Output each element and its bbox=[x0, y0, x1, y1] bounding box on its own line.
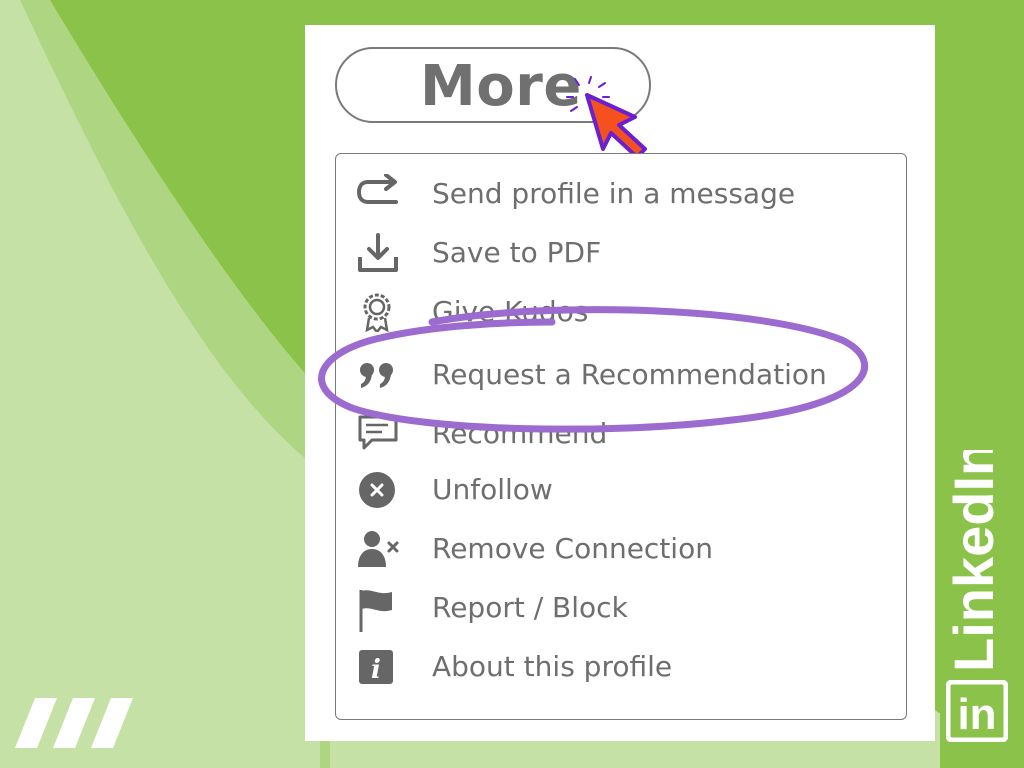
menu-item-label: Send profile in a message bbox=[432, 177, 796, 210]
info-icon: i bbox=[359, 650, 393, 685]
menu-item-label: Save to PDF bbox=[432, 236, 602, 269]
more-button-label: More bbox=[420, 54, 582, 119]
menu-item-about-profile[interactable]: i About this profile bbox=[336, 642, 906, 692]
menu-item-save-pdf[interactable]: Save to PDF bbox=[336, 228, 906, 278]
share-arrow-icon bbox=[356, 174, 398, 204]
close-circle-icon bbox=[359, 472, 395, 508]
linkedin-logo-icon: in bbox=[946, 680, 1008, 742]
flag-icon bbox=[359, 590, 392, 632]
menu-item-label: Unfollow bbox=[432, 473, 553, 506]
highlight-circle bbox=[318, 306, 869, 433]
download-icon bbox=[358, 233, 398, 272]
menu-item-remove-connection[interactable]: Remove Connection bbox=[336, 524, 906, 574]
svg-text:in: in bbox=[957, 690, 996, 739]
brand-slash-logo bbox=[15, 698, 133, 748]
menu-item-report-block[interactable]: Report / Block bbox=[336, 583, 906, 633]
menu-item-label: About this profile bbox=[432, 650, 673, 683]
menu-item-label: Report / Block bbox=[432, 591, 628, 624]
svg-text:i: i bbox=[371, 655, 381, 685]
menu-item-unfollow[interactable]: Unfollow bbox=[336, 465, 906, 515]
linkedin-wordmark: LinkedIn bbox=[945, 450, 1005, 672]
svg-text:LinkedIn: LinkedIn bbox=[945, 450, 1005, 672]
menu-item-send-profile[interactable]: Send profile in a message bbox=[336, 169, 906, 219]
menu-item-label: Remove Connection bbox=[432, 532, 713, 565]
remove-user-icon bbox=[358, 531, 399, 567]
mouse-cursor-icon bbox=[566, 76, 647, 159]
